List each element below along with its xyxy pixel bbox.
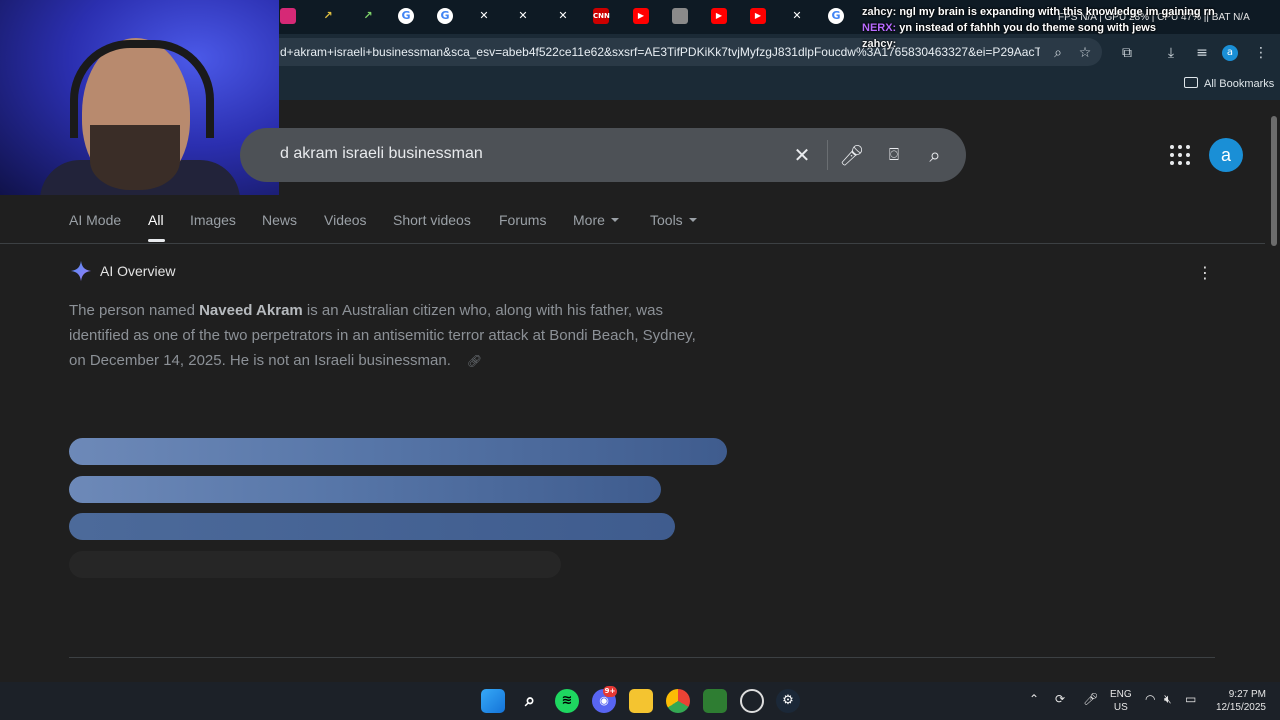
webcam-headphones [70, 40, 214, 138]
taskbar-clock[interactable]: 9:27 PM 12/15/2025 [1204, 688, 1266, 714]
ai-sparkle-icon [70, 260, 92, 282]
tab-chart-icon[interactable]: ↗ [320, 8, 336, 24]
tab-all[interactable]: All [148, 212, 164, 228]
tab-google-icon[interactable]: G [828, 8, 844, 24]
active-tab-underline [148, 239, 165, 242]
search-query[interactable]: d akram israeli businessman [280, 145, 483, 163]
more-options-icon[interactable]: ⋮ [1196, 264, 1214, 282]
chevron-down-icon [610, 218, 619, 222]
tab-youtube-icon[interactable]: ▶ [711, 8, 727, 24]
chrome-icon[interactable] [666, 689, 690, 713]
volume-muted-icon[interactable]: 🔇︎ [1164, 692, 1172, 707]
tab-tools[interactable]: Tools [650, 212, 697, 228]
spotify-icon[interactable]: ≋ [555, 689, 579, 713]
tab-google-icon[interactable]: G [398, 8, 414, 24]
battery-icon[interactable]: ▭ [1185, 692, 1196, 706]
discord-badge: 9+ [603, 686, 617, 697]
tab-instagram-icon[interactable] [280, 8, 296, 24]
chat-message: zahcy: [862, 36, 1272, 52]
folder-icon [1184, 77, 1198, 88]
stream-chat-overlay: zahcy: ngl my brain is expanding with th… [862, 4, 1272, 52]
tab-x-icon[interactable]: ✕ [515, 8, 531, 24]
tray-chevron-up-icon[interactable]: ⌃ [1029, 692, 1039, 706]
webcam-overlay [0, 0, 279, 195]
ai-overview-title: AI Overview [100, 263, 176, 279]
chat-message: zahcy: ngl my brain is expanding with th… [862, 4, 1272, 20]
tab-x-icon[interactable]: ✕ [555, 8, 571, 24]
language-indicator[interactable]: ENG US [1110, 688, 1132, 714]
chat-username: NERX: [862, 22, 897, 34]
tab-generic-icon[interactable] [672, 8, 688, 24]
tab-youtube-icon[interactable]: ▶ [750, 8, 766, 24]
chat-message: NERX: yn instead of fahhh you do theme s… [862, 20, 1272, 36]
tab-forums[interactable]: Forums [499, 212, 546, 228]
account-avatar[interactable]: a [1209, 138, 1243, 172]
tab-short-videos[interactable]: Short videos [393, 212, 471, 228]
tab-x-icon[interactable]: ✕ [476, 8, 492, 24]
wifi-icon[interactable]: ◠ [1145, 692, 1155, 706]
tabs-divider [0, 243, 1265, 244]
file-explorer-icon[interactable] [629, 689, 653, 713]
tab-news[interactable]: News [262, 212, 297, 228]
clock-date: 12/15/2025 [1215, 702, 1266, 713]
chat-username: zahcy: [862, 6, 897, 18]
scrollbar-thumb[interactable] [1271, 116, 1277, 246]
ai-overview-text: The person named Naveed Akram is an Aust… [69, 298, 709, 373]
ai-text-name: Naveed Akram [199, 302, 303, 319]
sync-icon[interactable]: ⟳ [1055, 692, 1065, 706]
chat-text: ngl my brain is expanding with this know… [899, 6, 1215, 18]
microphone-icon[interactable]: 🎤︎ [1083, 692, 1098, 706]
language-code: ENG [1110, 689, 1132, 700]
tab-google-icon[interactable]: G [437, 8, 453, 24]
section-divider [69, 657, 1215, 658]
chat-username: zahcy: [862, 38, 897, 50]
steam-icon[interactable]: ⚙︎ [776, 689, 800, 713]
tab-tools-label: Tools [650, 212, 683, 228]
search-icon[interactable]: ⌕ [922, 142, 948, 168]
clear-search-icon[interactable]: ✕ [789, 142, 815, 168]
search-divider [827, 140, 828, 170]
microphone-icon[interactable]: 🎤︎ [839, 142, 865, 168]
ai-text-before: The person named [69, 302, 200, 319]
tab-x-icon[interactable]: ✕ [789, 8, 805, 24]
app-icon[interactable] [703, 689, 727, 713]
tab-ai-mode[interactable]: AI Mode [69, 212, 121, 228]
google-apps-icon[interactable] [1170, 145, 1190, 165]
loading-skeleton-bar [69, 513, 675, 540]
camera-search-icon[interactable]: ⌼ [881, 142, 907, 168]
tab-videos[interactable]: Videos [324, 212, 367, 228]
tab-images[interactable]: Images [190, 212, 236, 228]
chevron-down-icon [688, 218, 697, 222]
tab-cnn-icon[interactable]: CNN [593, 8, 610, 24]
all-bookmarks-label: All Bookmarks [1204, 78, 1275, 90]
windows-start-icon[interactable] [481, 689, 505, 713]
all-bookmarks-button[interactable]: All Bookmarks [1184, 77, 1274, 90]
loading-skeleton-bar [69, 476, 661, 503]
tab-youtube-icon[interactable]: ▶ [633, 8, 649, 24]
region-code: US [1113, 702, 1128, 713]
search-icon[interactable]: ⌕ [518, 689, 542, 713]
obs-icon[interactable] [740, 689, 764, 713]
loading-skeleton-bar [69, 438, 727, 465]
tab-more[interactable]: More [573, 212, 619, 228]
loading-skeleton-bar [69, 551, 561, 578]
link-icon[interactable]: 🔗︎ [467, 354, 482, 368]
tab-chart-icon[interactable]: ↗ [360, 8, 376, 24]
tab-more-label: More [573, 212, 605, 228]
chat-text: yn instead of fahhh you do theme song wi… [899, 22, 1156, 34]
clock-time: 9:27 PM [1228, 689, 1266, 700]
